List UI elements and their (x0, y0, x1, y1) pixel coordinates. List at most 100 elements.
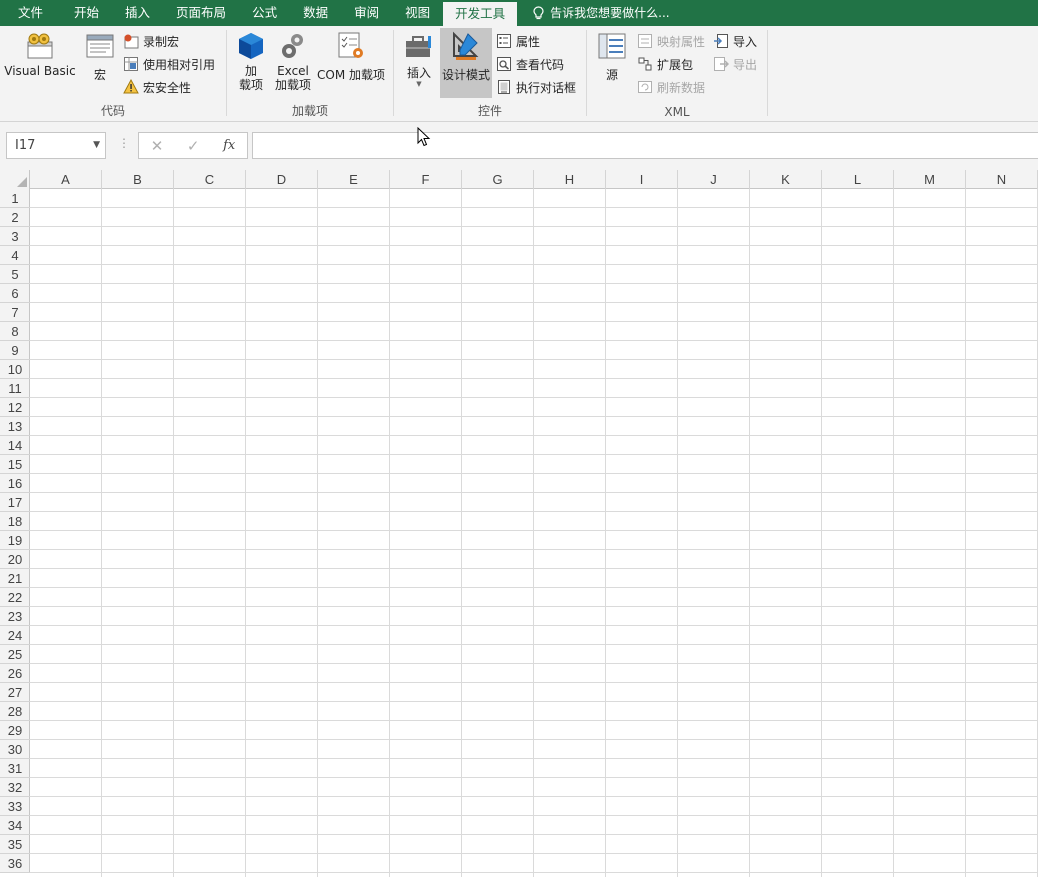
record-macro-icon (123, 33, 139, 49)
tell-me-box[interactable]: 告诉我您想要做什么... (517, 0, 670, 26)
xml-source-label: 源 (605, 68, 618, 82)
tab-review[interactable]: 审阅 (341, 0, 392, 26)
com-addins-button[interactable]: COM 加载项 (315, 30, 387, 82)
row-header-8[interactable]: 8 (0, 322, 30, 341)
row-header-3[interactable]: 3 (0, 227, 30, 246)
row-header-11[interactable]: 11 (0, 379, 30, 398)
column-header-a[interactable]: A (30, 170, 102, 189)
row-header-14[interactable]: 14 (0, 436, 30, 455)
row-header-26[interactable]: 26 (0, 664, 30, 683)
row-header-23[interactable]: 23 (0, 607, 30, 626)
row-header-21[interactable]: 21 (0, 569, 30, 588)
row-header-13[interactable]: 13 (0, 417, 30, 436)
row-header-1[interactable]: 1 (0, 189, 30, 208)
row-header-2[interactable]: 2 (0, 208, 30, 227)
group-xml: 源 映射属性 扩展包 刷新数据 导入 导出 XML (587, 26, 767, 122)
row-header-4[interactable]: 4 (0, 246, 30, 265)
formula-bar-resize-handle[interactable]: ⋮ (118, 136, 130, 150)
row-header-17[interactable]: 17 (0, 493, 30, 512)
tab-data[interactable]: 数据 (290, 0, 341, 26)
column-header-b[interactable]: B (102, 170, 174, 189)
cell-area[interactable] (30, 189, 1038, 877)
row-header-24[interactable]: 24 (0, 626, 30, 645)
column-header-d[interactable]: D (246, 170, 318, 189)
row-header-27[interactable]: 27 (0, 683, 30, 702)
row-header-28[interactable]: 28 (0, 702, 30, 721)
expansion-packs-button[interactable]: 扩展包 (637, 54, 693, 74)
lightbulb-icon (533, 6, 544, 20)
addins-button[interactable]: 加 载项 (235, 30, 267, 92)
map-properties-button[interactable]: 映射属性 (637, 31, 705, 51)
cancel-icon[interactable]: ✕ (151, 137, 164, 155)
row-header-7[interactable]: 7 (0, 303, 30, 322)
column-header-e[interactable]: E (318, 170, 390, 189)
properties-button[interactable]: 属性 (496, 31, 540, 51)
column-header-l[interactable]: L (822, 170, 894, 189)
refresh-data-label: 刷新数据 (657, 80, 706, 95)
macros-button[interactable]: 宏 (82, 30, 118, 82)
row-header-9[interactable]: 9 (0, 341, 30, 360)
excel-addins-button[interactable]: Excel 加载项 (273, 30, 313, 92)
row-header-35[interactable]: 35 (0, 835, 30, 854)
column-header-k[interactable]: K (750, 170, 822, 189)
macro-security-label: 宏安全性 (143, 80, 192, 95)
visual-basic-button[interactable]: Visual Basic (4, 30, 76, 78)
row-header-32[interactable]: 32 (0, 778, 30, 797)
column-header-n[interactable]: N (966, 170, 1038, 189)
row-header-36[interactable]: 36 (0, 854, 30, 873)
tab-developer[interactable]: 开发工具 (443, 2, 518, 26)
design-mode-button[interactable]: 设计模式 (440, 28, 492, 98)
xml-source-button[interactable]: 源 (595, 30, 629, 82)
row-header-18[interactable]: 18 (0, 512, 30, 531)
name-box[interactable]: I17 ▼ (6, 132, 106, 159)
row-header-31[interactable]: 31 (0, 759, 30, 778)
run-dialog-label: 执行对话框 (516, 80, 577, 95)
row-header-34[interactable]: 34 (0, 816, 30, 835)
column-header-m[interactable]: M (894, 170, 966, 189)
row-header-29[interactable]: 29 (0, 721, 30, 740)
tab-page-layout[interactable]: 页面布局 (163, 0, 239, 26)
row-header-22[interactable]: 22 (0, 588, 30, 607)
row-header-25[interactable]: 25 (0, 645, 30, 664)
xml-import-label: 导入 (733, 34, 758, 49)
enter-check-icon[interactable]: ✓ (187, 137, 200, 155)
tab-view[interactable]: 视图 (392, 0, 443, 26)
column-header-h[interactable]: H (534, 170, 606, 189)
tab-file[interactable]: 文件 (0, 0, 61, 26)
row-header-12[interactable]: 12 (0, 398, 30, 417)
column-header-f[interactable]: F (390, 170, 462, 189)
addins-label: 加 载项 (239, 64, 263, 92)
view-code-button[interactable]: 查看代码 (496, 54, 564, 74)
xml-export-button[interactable]: 导出 (713, 54, 757, 74)
select-all-button[interactable] (0, 170, 30, 189)
row-header-5[interactable]: 5 (0, 265, 30, 284)
name-box-dropdown-icon[interactable]: ▼ (93, 133, 100, 158)
column-header-g[interactable]: G (462, 170, 534, 189)
column-header-c[interactable]: C (174, 170, 246, 189)
column-headers: ABCDEFGHIJKLMN (0, 170, 1038, 189)
record-macro-button[interactable]: 录制宏 (123, 31, 179, 51)
run-dialog-button[interactable]: 执行对话框 (496, 77, 576, 97)
tab-insert[interactable]: 插入 (112, 0, 163, 26)
formula-input[interactable] (252, 132, 1038, 159)
row-header-19[interactable]: 19 (0, 531, 30, 550)
insert-control-button[interactable]: 插入 ▼ (402, 30, 436, 88)
row-header-6[interactable]: 6 (0, 284, 30, 303)
tab-home[interactable]: 开始 (61, 0, 112, 26)
tab-formulas[interactable]: 公式 (239, 0, 290, 26)
row-header-33[interactable]: 33 (0, 797, 30, 816)
refresh-data-button[interactable]: 刷新数据 (637, 77, 705, 97)
column-header-i[interactable]: I (606, 170, 678, 189)
map-properties-label: 映射属性 (657, 34, 706, 49)
relative-reference-button[interactable]: 使用相对引用 (123, 54, 215, 74)
column-header-j[interactable]: J (678, 170, 750, 189)
row-header-10[interactable]: 10 (0, 360, 30, 379)
xml-import-button[interactable]: 导入 (713, 31, 757, 51)
insert-function-button[interactable]: fx (223, 138, 235, 153)
row-header-15[interactable]: 15 (0, 455, 30, 474)
view-code-icon (496, 56, 512, 72)
row-header-30[interactable]: 30 (0, 740, 30, 759)
row-header-20[interactable]: 20 (0, 550, 30, 569)
macro-security-button[interactable]: 宏安全性 (123, 77, 191, 97)
row-header-16[interactable]: 16 (0, 474, 30, 493)
